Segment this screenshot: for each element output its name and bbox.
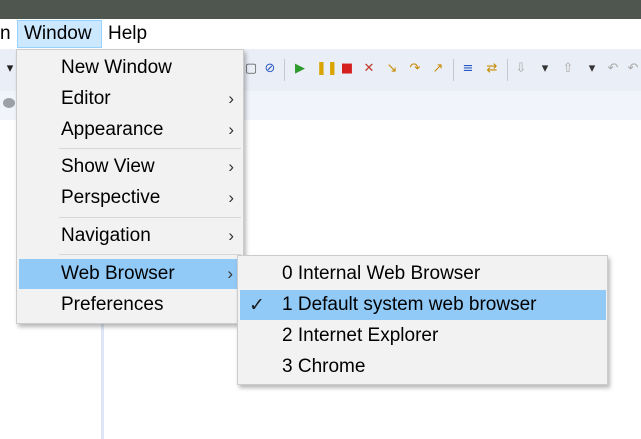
menu-item-label: New Window	[61, 57, 172, 78]
chevron-right-icon: ›	[227, 264, 233, 283]
step-into-icon[interactable]: ↘	[385, 62, 399, 76]
toolbar-separator	[284, 59, 285, 81]
chevron-right-icon: ›	[228, 188, 234, 207]
toolbar-separator	[453, 59, 454, 81]
menu-separator	[59, 148, 241, 149]
submenu-item-label: 2 Internet Explorer	[282, 325, 439, 346]
step-return-icon[interactable]: ↗	[431, 62, 445, 76]
terminate-icon[interactable]: ■	[340, 62, 354, 76]
dropdown-arrow-icon[interactable]: ▾	[538, 62, 552, 76]
menu-item-label: Appearance	[61, 119, 164, 140]
menu-bar: n Window Help	[0, 19, 641, 49]
menu-item-perspective[interactable]: Perspective ›	[18, 183, 244, 213]
resume-icon[interactable]: ▶	[293, 62, 307, 76]
submenu-item-internet-explorer[interactable]: 2 Internet Explorer	[239, 321, 608, 351]
dropdown-arrow-icon[interactable]: ▾	[585, 62, 599, 76]
submenu-item-chrome[interactable]: 3 Chrome	[239, 352, 608, 382]
chevron-right-icon: ›	[228, 120, 234, 139]
submenu-item-default-system-web-browser[interactable]: ✓ 1 Default system web browser	[240, 290, 606, 320]
previous-annotation-icon[interactable]: ⇧	[561, 62, 575, 76]
use-step-filters-icon[interactable]: ⇄	[485, 62, 499, 76]
menu-item-preferences[interactable]: Preferences	[18, 290, 244, 320]
disconnect-icon[interactable]: ✕	[362, 62, 376, 76]
step-over-icon[interactable]: ↷	[408, 62, 422, 76]
drop-to-frame-icon[interactable]: ≡	[461, 62, 475, 76]
menu-item-label: Preferences	[61, 294, 164, 315]
menu-item-appearance[interactable]: Appearance ›	[18, 115, 244, 145]
menu-item-navigation[interactable]: Navigation ›	[18, 221, 244, 251]
menu-item-label: Editor	[61, 88, 111, 109]
chevron-right-icon: ›	[228, 226, 234, 245]
menu-item-new-window[interactable]: New Window	[18, 53, 244, 83]
back-icon[interactable]: ↶	[606, 62, 620, 76]
menu-item-show-view[interactable]: Show View ›	[18, 152, 244, 182]
menu-item-label: Show View	[61, 156, 155, 177]
menu-separator	[59, 217, 241, 218]
menu-item-editor[interactable]: Editor ›	[18, 84, 244, 114]
menu-item-label: Web Browser	[61, 263, 175, 284]
menubar-item-help[interactable]: Help	[102, 20, 153, 48]
chevron-right-icon: ›	[228, 89, 234, 108]
menu-separator	[59, 254, 241, 255]
submenu-item-label: 1 Default system web browser	[282, 294, 537, 315]
menubar-item-run[interactable]: n	[0, 20, 17, 48]
menubar-item-window[interactable]: Window	[17, 20, 102, 48]
submenu-item-label: 3 Chrome	[282, 356, 366, 377]
menu-item-label: Perspective	[61, 187, 161, 208]
suspend-icon[interactable]: ❚❚	[316, 62, 338, 76]
window-menu: New Window Editor › Appearance › Show Vi…	[16, 49, 244, 324]
menu-item-web-browser[interactable]: Web Browser ›	[19, 259, 243, 289]
dropdown-arrow-icon[interactable]: ▾	[3, 62, 17, 76]
toolbar-separator	[507, 59, 508, 81]
toolbar-icon[interactable]: ▢	[244, 62, 258, 76]
forward-icon[interactable]: ↶	[626, 62, 640, 76]
next-annotation-icon[interactable]: ⇩	[514, 62, 528, 76]
web-browser-submenu: 0 Internal Web Browser ✓ 1 Default syste…	[237, 255, 608, 385]
view-icon[interactable]	[3, 98, 15, 108]
chevron-right-icon: ›	[228, 157, 234, 176]
title-bar	[0, 0, 641, 19]
menu-item-label: Navigation	[61, 225, 151, 246]
breakpoint-skip-icon[interactable]: ⊘	[263, 62, 277, 76]
checkmark-icon: ✓	[249, 294, 265, 316]
submenu-item-label: 0 Internal Web Browser	[282, 263, 481, 284]
submenu-item-internal-web-browser[interactable]: 0 Internal Web Browser	[239, 259, 608, 289]
